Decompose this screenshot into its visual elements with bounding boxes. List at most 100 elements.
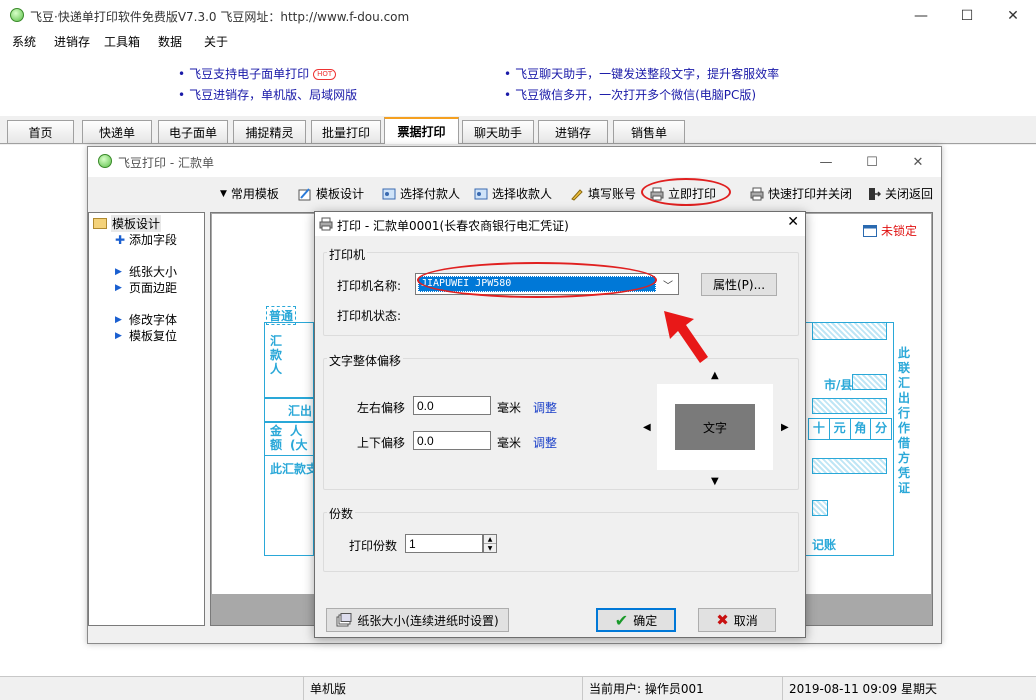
- news-link-eorder[interactable]: • 飞豆支持电子面单打印 HOT: [178, 65, 337, 82]
- folder-icon: [93, 218, 107, 229]
- id-card-icon: [382, 188, 396, 199]
- tree-item-page-margin[interactable]: ▶ 页面边距: [115, 279, 177, 296]
- lr-unit-label: 毫米: [497, 401, 522, 415]
- template-design-tree: 模板设计 ✚ 添加字段 ▶ 纸张大小 ▶ 页面边距 ▶ 修改字体 ▶ 模板复位: [88, 212, 205, 626]
- select-payer-button[interactable]: 选择付款人: [382, 185, 460, 202]
- tab-home[interactable]: 首页: [7, 120, 74, 143]
- news-link-wechat[interactable]: • 飞豆微信多开，一次打开多个微信(电脑PC版): [504, 86, 756, 103]
- tree-item-change-font[interactable]: ▶ 修改字体: [115, 311, 177, 328]
- print-dialog: 打印 - 汇款单0001(长春农商银行电汇凭证) ✕ 打印机 打印机名称: JI…: [314, 211, 806, 638]
- child-close-button[interactable]: ✕: [895, 147, 941, 177]
- maximize-button[interactable]: ☐: [944, 0, 990, 31]
- printer-group-label: 打印机: [327, 246, 368, 263]
- menu-system[interactable]: 系统: [12, 33, 36, 50]
- app-logo-icon: [10, 8, 24, 22]
- form-label-payer: 汇款人: [270, 334, 283, 376]
- printer-icon: [319, 217, 333, 231]
- status-user: 当前用户: 操作员001: [582, 677, 782, 700]
- status-bar: 单机版 当前用户: 操作员001 2019-08-11 09:09 星期天: [0, 676, 1036, 700]
- form-label-out: 汇出: [288, 404, 313, 418]
- printer-properties-button[interactable]: 属性(P)...: [701, 273, 777, 296]
- form-footer-note: 此汇款支: [270, 462, 319, 476]
- cancel-button[interactable]: ✖ 取消: [698, 608, 776, 632]
- close-return-button[interactable]: 关闭返回: [867, 185, 933, 202]
- plus-icon: ✚: [115, 232, 126, 247]
- menu-about[interactable]: 关于: [204, 33, 228, 50]
- select-payee-button[interactable]: 选择收款人: [474, 185, 552, 202]
- tree-item-add-field[interactable]: ✚ 添加字段: [115, 231, 177, 248]
- pen-icon: [571, 188, 583, 201]
- news-link-chat[interactable]: • 飞豆聊天助手，一键发送整段文字，提升客服效率: [504, 65, 779, 82]
- offset-group-label: 文字整体偏移: [327, 352, 404, 369]
- arrow-down-icon[interactable]: ▼: [711, 476, 719, 487]
- spinner-up-icon[interactable]: ▲: [484, 535, 496, 544]
- minimize-button[interactable]: —: [898, 0, 944, 31]
- arrow-up-icon[interactable]: ▲: [711, 370, 719, 381]
- paper-stack-icon: [336, 613, 352, 627]
- common-template-button[interactable]: ▼ 常用模板: [220, 185, 279, 202]
- tab-express[interactable]: 快递单: [82, 120, 152, 143]
- checkmark-icon: ✔: [614, 610, 629, 630]
- spinner-down-icon[interactable]: ▼: [484, 544, 496, 552]
- template-design-button[interactable]: 模板设计: [298, 185, 364, 202]
- cross-icon: ✖: [716, 611, 729, 629]
- app-logo-icon: [98, 154, 112, 168]
- arrow-left-icon[interactable]: ◀: [643, 422, 651, 433]
- quick-print-close-button[interactable]: 快速打印并关闭: [750, 185, 852, 202]
- ud-adjust-link[interactable]: 调整: [533, 434, 557, 451]
- news-bar: • 飞豆支持电子面单打印 HOT • 飞豆进销存，单机版、局域网版 • 飞豆聊天助手，一…: [0, 51, 1036, 116]
- offset-preview-box: 文字: [657, 384, 773, 470]
- offset-preview-text: 文字: [675, 404, 755, 450]
- printer-name-highlight: [417, 262, 657, 298]
- triangle-right-icon: ▶: [115, 266, 122, 277]
- triangle-right-icon: ▶: [115, 282, 122, 293]
- printer-status-label: 打印机状态:: [337, 309, 402, 323]
- main-titlebar: 飞豆·快递单打印软件免费版V7.3.0 飞豆网址：http://www.f-do…: [0, 0, 1036, 31]
- tab-sales[interactable]: 销售单: [613, 120, 685, 143]
- tab-inventory[interactable]: 进销存: [538, 120, 608, 143]
- paper-size-button[interactable]: 纸张大小(连续进纸时设置): [326, 608, 509, 632]
- annotation-arrow-icon: [664, 311, 708, 363]
- ok-button[interactable]: ✔ 确定: [596, 608, 676, 632]
- status-mode: 单机版: [303, 677, 582, 700]
- hot-badge: HOT: [313, 69, 337, 80]
- chevron-down-icon[interactable]: ﹀: [658, 274, 678, 294]
- tab-chat[interactable]: 聊天助手: [462, 120, 534, 143]
- tree-item-reset-template[interactable]: ▶ 模板复位: [115, 327, 177, 344]
- printer-icon: [750, 187, 764, 200]
- menu-inventory[interactable]: 进销存: [54, 33, 90, 50]
- lr-offset-label: 左右偏移: [357, 401, 406, 415]
- copies-group-label: 份数: [327, 505, 356, 522]
- dialog-titlebar: 打印 - 汇款单0001(长春农商银行电汇凭证) ✕: [315, 212, 805, 236]
- window-icon: [862, 224, 877, 237]
- dialog-close-button[interactable]: ✕: [787, 214, 799, 230]
- tab-batch[interactable]: 批量打印: [311, 120, 381, 143]
- tree-root-template-design[interactable]: 模板设计: [93, 215, 162, 232]
- tab-eorder[interactable]: 电子面单: [158, 120, 228, 143]
- menu-data[interactable]: 数据: [158, 33, 182, 50]
- lock-status[interactable]: 未锁定: [862, 222, 917, 239]
- triangle-right-icon: ▶: [115, 330, 122, 341]
- ud-offset-label: 上下偏移: [357, 436, 406, 450]
- child-minimize-button[interactable]: —: [803, 147, 849, 177]
- copies-spinner[interactable]: ▲ ▼: [483, 534, 497, 553]
- form-label-amount: 金额: [270, 424, 283, 452]
- fill-account-button[interactable]: 填写账号: [570, 185, 636, 202]
- lr-adjust-link[interactable]: 调整: [533, 399, 557, 416]
- news-link-inventory[interactable]: • 飞豆进销存，单机版、局域网版: [178, 86, 357, 103]
- close-button[interactable]: ✕: [990, 0, 1036, 31]
- copies-input[interactable]: [405, 534, 483, 553]
- tab-ticket[interactable]: 票据打印: [384, 117, 459, 144]
- id-card-icon: [474, 188, 488, 199]
- tab-capture[interactable]: 捕捉精灵: [233, 120, 306, 143]
- ud-offset-input[interactable]: [413, 431, 491, 450]
- form-label-ren-da: 人(大: [290, 424, 308, 452]
- child-window-title: 飞豆打印 - 汇款单: [118, 156, 214, 170]
- child-maximize-button[interactable]: ☐: [849, 147, 895, 177]
- pencil-chart-icon: [298, 187, 311, 200]
- lr-offset-input[interactable]: [413, 396, 491, 415]
- arrow-right-icon[interactable]: ▶: [781, 422, 789, 433]
- child-titlebar: 飞豆打印 - 汇款单 — ☐ ✕: [88, 147, 941, 177]
- menu-toolbox[interactable]: 工具箱: [104, 33, 140, 50]
- tree-item-paper-size[interactable]: ▶ 纸张大小: [115, 263, 177, 280]
